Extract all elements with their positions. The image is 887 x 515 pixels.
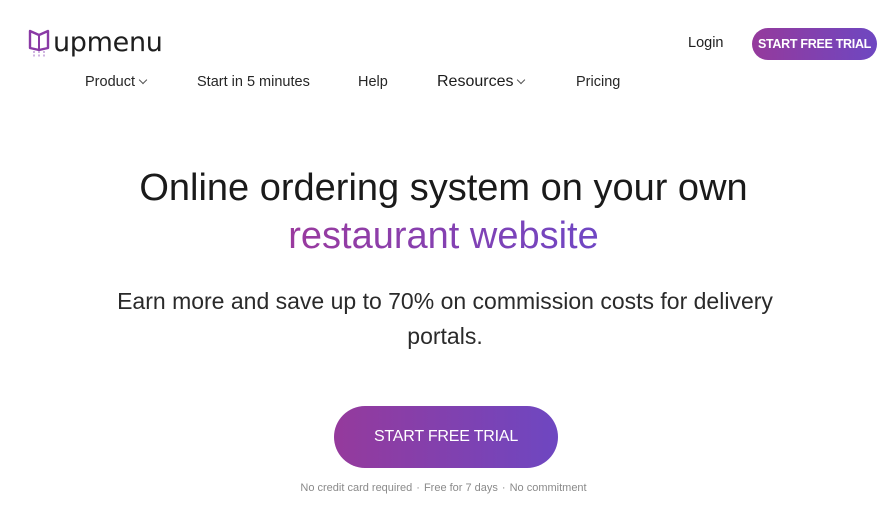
main-nav: Product Start in 5 minutes Help Resource…	[0, 73, 887, 94]
nav-item-help[interactable]: Help	[358, 74, 388, 90]
nav-item-label: Help	[358, 74, 388, 90]
note-separator: ·	[416, 482, 420, 494]
nav-item-start-in-5-minutes[interactable]: Start in 5 minutes	[197, 74, 310, 90]
hero-subtitle: Earn more and save up to 70% on commissi…	[117, 288, 773, 349]
hero-notes: No credit card required · Free for 7 days ·…	[0, 482, 887, 494]
book-menu-icon	[28, 29, 50, 58]
nav-item-label: Resources	[437, 73, 514, 90]
note-free-7-days: Free for 7 days	[423, 482, 498, 494]
login-link[interactable]: Login	[688, 35, 723, 51]
nav-item-pricing[interactable]: Pricing	[576, 74, 620, 90]
chevron-down-icon	[517, 75, 526, 85]
nav-item-label: Start in 5 minutes	[197, 74, 310, 90]
note-no-credit-card: No credit card required	[300, 482, 413, 494]
hero-start-free-trial-button[interactable]: START FREE TRIAL	[334, 406, 558, 468]
logo[interactable]: upmenu	[28, 28, 163, 60]
hero-headline-accent: restaurant website	[288, 212, 599, 260]
nav-item-label: Product	[85, 74, 135, 90]
nav-item-resources[interactable]: Resources	[437, 73, 526, 91]
hero-headline-line1: Online ordering system on your own	[139, 167, 748, 209]
note-no-commitment: No commitment	[509, 482, 587, 494]
logo-text: upmenu	[53, 26, 163, 58]
header-start-free-trial-button[interactable]: START FREE TRIAL	[752, 28, 877, 60]
hero-headline: Online ordering system on your own resta…	[0, 164, 887, 260]
nav-item-product[interactable]: Product	[85, 74, 148, 90]
chevron-down-icon	[138, 75, 148, 85]
nav-item-label: Pricing	[576, 74, 621, 90]
note-separator: ·	[501, 482, 506, 494]
